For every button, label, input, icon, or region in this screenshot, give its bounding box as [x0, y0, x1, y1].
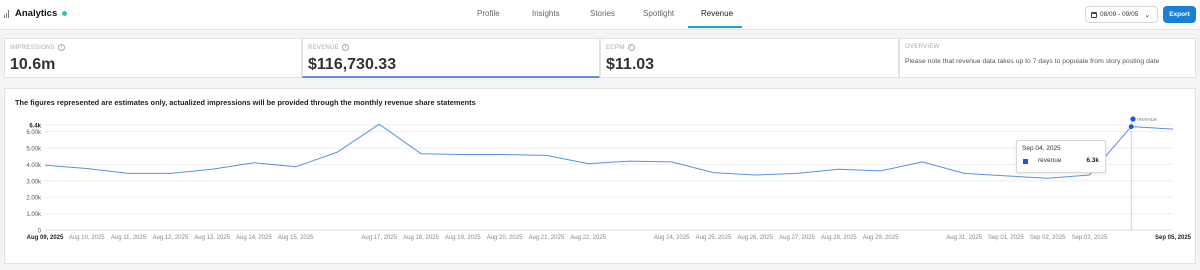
ecpm-value: $11.03: [606, 56, 655, 73]
ecpm-label-row: ECPM i: [606, 44, 635, 51]
chart-tooltip: Sep 04, 2025 revenue 6.3k: [1016, 140, 1106, 173]
y-tick-label: 2.00k: [26, 196, 42, 202]
y-tick-label: 0: [38, 229, 42, 235]
legend-label: revenue: [1137, 117, 1157, 123]
revenue-series-line: [44, 123, 1174, 179]
revenue-chart-panel: The figures represented are estimates on…: [4, 88, 1196, 264]
ecpm-label: ECPM: [606, 44, 625, 51]
tab-spotlight[interactable]: Spotlight: [643, 9, 674, 18]
x-tick-label: Aug 19, 2025: [445, 235, 481, 241]
tab-insights[interactable]: Insights: [532, 9, 560, 18]
legend-marker: [1130, 116, 1136, 122]
x-tick-label: Aug 24, 2025: [654, 235, 690, 241]
overview-card: OVERVIEW Please note that revenue data t…: [899, 38, 1196, 78]
highlight-point: [1128, 124, 1134, 130]
x-tick-label: Aug 26, 2025: [737, 235, 773, 241]
revenue-label: REVENUE: [308, 44, 340, 51]
top-header: Analytics Profile Insights Stories Spotl…: [0, 0, 1200, 30]
x-tick-label: Aug 18, 2025: [403, 235, 439, 241]
tooltip-date: Sep 04, 2025: [1022, 145, 1061, 152]
tooltip-series-swatch: [1023, 159, 1028, 164]
y-tick-label: 4.00k: [26, 163, 42, 169]
impressions-card[interactable]: IMPRESSIONS i 10.6m: [4, 38, 302, 78]
x-tick-label: Aug 14, 2025: [236, 235, 272, 241]
impressions-label: IMPRESSIONS: [10, 44, 55, 51]
tab-revenue[interactable]: Revenue: [701, 9, 733, 18]
calendar-icon: [1091, 11, 1097, 18]
x-tick-label: Aug 10, 2025: [69, 235, 105, 241]
x-tick-label: Sep 03, 2025: [1072, 235, 1108, 241]
tab-stories[interactable]: Stories: [590, 9, 615, 18]
info-icon[interactable]: i: [342, 44, 350, 51]
x-tick-label: Aug 29, 2025: [863, 235, 899, 241]
x-tick-label: Aug 15, 2025: [278, 235, 314, 241]
x-tick-label: Sep 02, 2025: [1030, 235, 1066, 241]
info-icon[interactable]: i: [57, 44, 65, 51]
tooltip-value: 6.3k: [1086, 157, 1099, 164]
x-tick-label: Aug 11, 2025: [111, 235, 147, 241]
x-tick-label: Aug 27, 2025: [779, 235, 815, 241]
info-icon[interactable]: i: [627, 44, 635, 51]
revenue-card[interactable]: REVENUE i $116,730.33: [302, 38, 600, 78]
overview-label: OVERVIEW: [905, 44, 940, 50]
y-tick-label: 3.00k: [26, 179, 42, 185]
tooltip-series-name: revenue: [1038, 157, 1062, 164]
date-range-label: 08/09 - 09/05: [1100, 11, 1139, 18]
x-tick-label: Sep 01, 2025: [988, 235, 1024, 241]
revenue-line-chart[interactable]: 0 1.00k 2.00k 3.00k 4.00k 5.00k 6.00k6.4k Aug 0…: [5, 89, 1197, 265]
x-tick-label: Aug 21, 2025: [528, 235, 564, 241]
tab-bar: Profile Insights Stories Spotlight Reven…: [0, 0, 1200, 30]
overview-text: Please note that revenue data takes up t…: [905, 58, 1160, 65]
x-tick-label: Aug 31, 2025: [946, 235, 982, 241]
x-tick-label: Aug 09, 2025: [27, 235, 64, 241]
x-tick-label: Aug 22, 2025: [570, 235, 606, 241]
date-range-picker[interactable]: 08/09 - 09/05 ⌄: [1085, 6, 1158, 23]
revenue-value: $116,730.33: [308, 56, 397, 73]
tab-profile[interactable]: Profile: [477, 9, 500, 18]
chevron-down-icon: ⌄: [1144, 11, 1151, 19]
y-tick-label: 1.00k: [26, 212, 42, 218]
x-tick-label: Aug 28, 2025: [821, 235, 857, 241]
y-tick-label: 6.00k: [26, 130, 42, 136]
impressions-value: 10.6m: [10, 56, 56, 73]
x-tick-label: Aug 13, 2025: [194, 235, 230, 241]
x-tick-label: Aug 17, 2025: [361, 235, 397, 241]
x-tick-label: Sep 05, 2025: [1155, 235, 1192, 241]
active-tab-indicator: [688, 26, 742, 28]
x-tick-label: Aug 20, 2025: [487, 235, 523, 241]
export-button[interactable]: Export: [1163, 6, 1196, 23]
y-tick-label: 6.4k: [29, 124, 41, 130]
x-tick-label: Aug 12, 2025: [152, 235, 188, 241]
revenue-label-row: REVENUE i: [308, 44, 350, 51]
ecpm-card[interactable]: ECPM i $11.03: [600, 38, 899, 78]
impressions-label-row: IMPRESSIONS i: [10, 44, 65, 51]
overview-label-row: OVERVIEW: [905, 44, 940, 50]
y-tick-label: 5.00k: [26, 146, 42, 152]
x-tick-label: Aug 25, 2025: [696, 235, 732, 241]
